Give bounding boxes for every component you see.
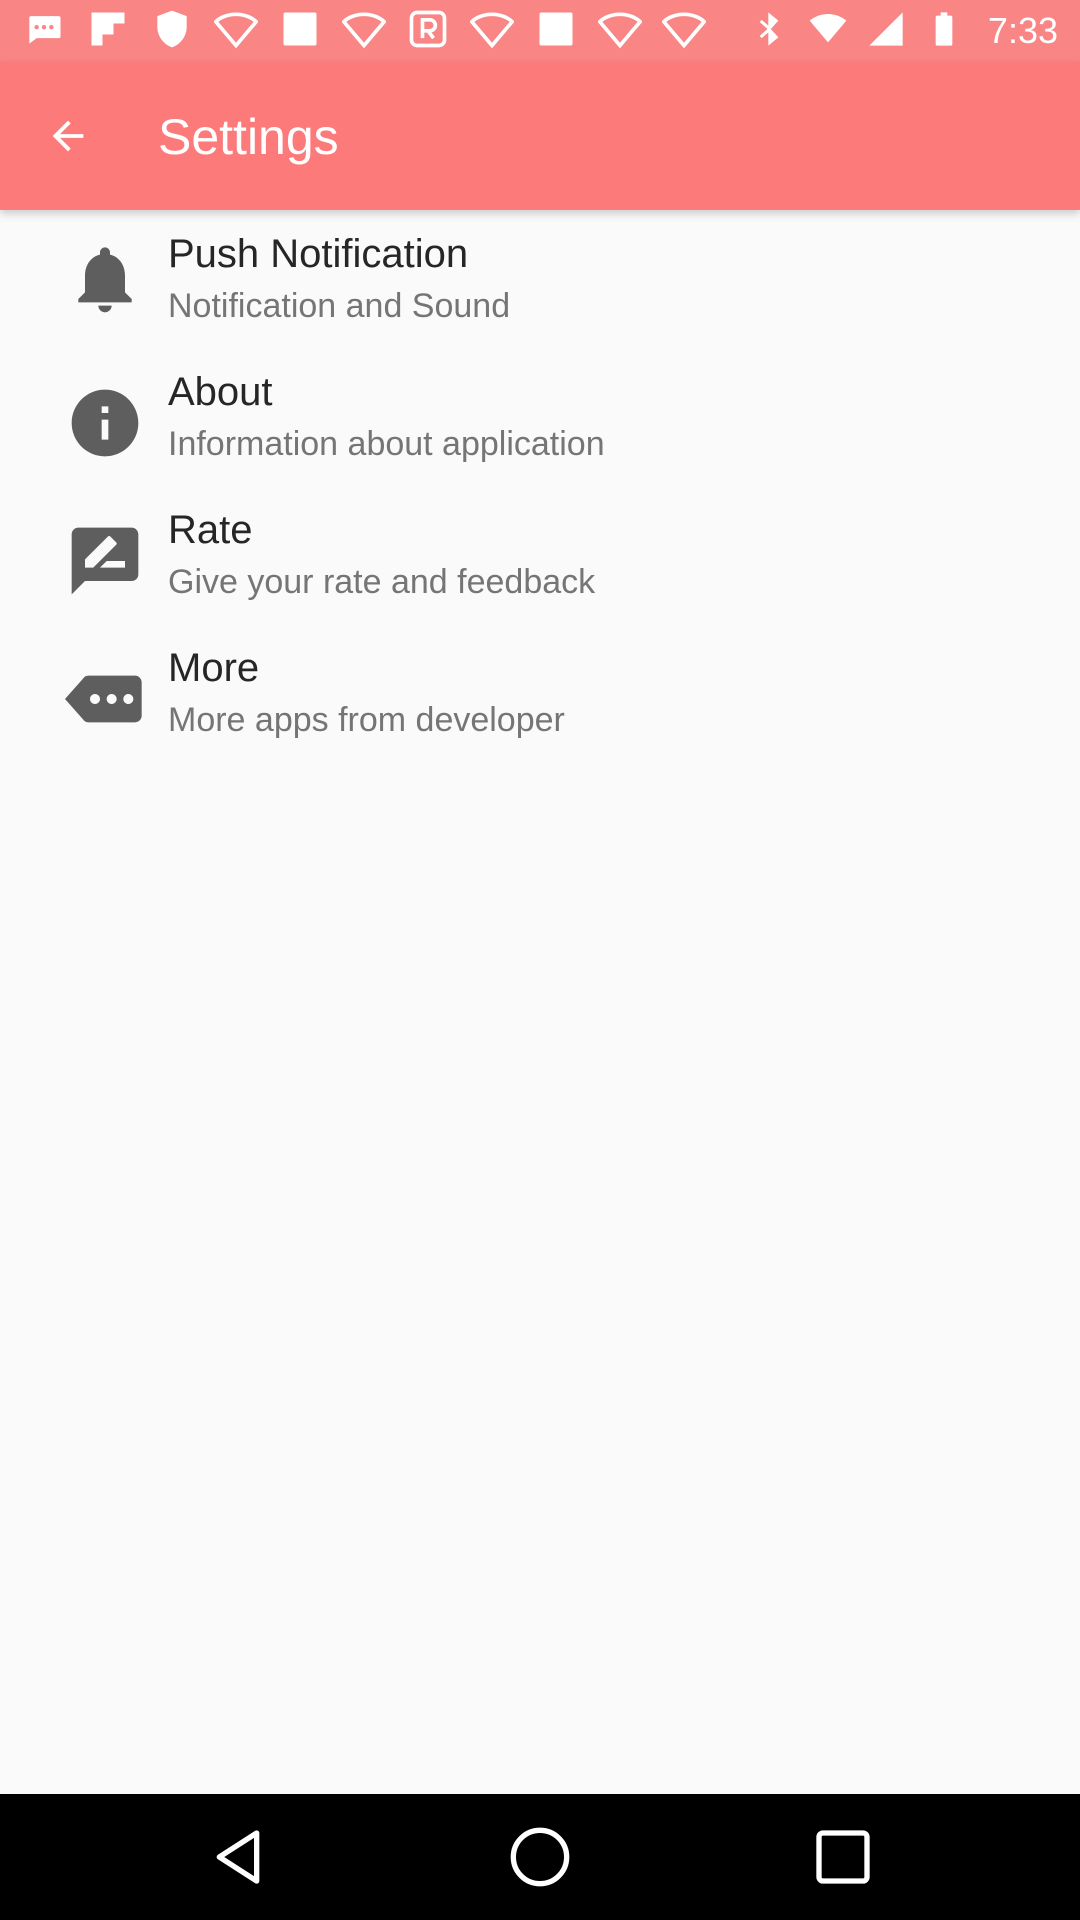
settings-item-rate[interactable]: Rate Give your rate and feedback (0, 486, 1080, 624)
square-icon (278, 7, 322, 56)
flipboard-icon (86, 7, 130, 56)
item-title: More (168, 646, 260, 690)
recents-square-icon (816, 1830, 870, 1884)
shield-icon (150, 7, 194, 56)
app-bar: Settings (0, 62, 1080, 210)
nav-recents-button[interactable] (803, 1817, 883, 1897)
settings-list: Push Notification Notification and Sound… (0, 210, 1080, 762)
back-button[interactable] (30, 98, 106, 174)
nav-home-button[interactable] (500, 1817, 580, 1897)
notification-icons (22, 10, 707, 52)
item-subtitle: Information about application (168, 425, 605, 463)
battery-icon (924, 9, 964, 54)
more-tag-icon (60, 654, 150, 744)
settings-screen: 7:33 Settings Push Notification Notifica… (0, 0, 1080, 1920)
wifi-bulb-icon (341, 7, 387, 56)
rate-feedback-icon (60, 516, 150, 606)
arrow-back-icon (52, 120, 84, 152)
navigation-bar (0, 1794, 1080, 1920)
status-time: 7:33 (987, 10, 1058, 51)
bluetooth-icon (750, 9, 790, 54)
status-bar: 7:33 (0, 0, 1080, 62)
item-title: Rate (168, 508, 253, 552)
square-icon (534, 7, 578, 56)
page-title: Settings (158, 109, 339, 165)
wifi-bulb-icon (597, 7, 643, 56)
wifi-bulb-icon (213, 7, 259, 56)
wifi-bulb-icon (661, 7, 707, 56)
r-app-icon (406, 7, 450, 56)
home-circle-icon (510, 1827, 570, 1887)
item-title: Push Notification (168, 232, 469, 276)
wifi-icon (808, 9, 848, 54)
messaging-icon (22, 7, 66, 56)
settings-item-more[interactable]: More More apps from developer (0, 624, 1080, 762)
info-icon (60, 378, 150, 468)
nav-back-button[interactable] (198, 1817, 278, 1897)
settings-item-about[interactable]: About Information about application (0, 348, 1080, 486)
item-subtitle: More apps from developer (168, 701, 565, 739)
wifi-bulb-icon (469, 7, 515, 56)
bell-icon (60, 234, 150, 324)
back-triangle-icon (216, 1830, 260, 1884)
item-subtitle: Notification and Sound (168, 287, 511, 325)
item-title: About (168, 370, 273, 414)
settings-item-push-notification[interactable]: Push Notification Notification and Sound (0, 210, 1080, 348)
item-subtitle: Give your rate and feedback (168, 563, 596, 601)
signal-icon (866, 9, 906, 54)
system-status-icons: 7:33 (750, 10, 1058, 52)
